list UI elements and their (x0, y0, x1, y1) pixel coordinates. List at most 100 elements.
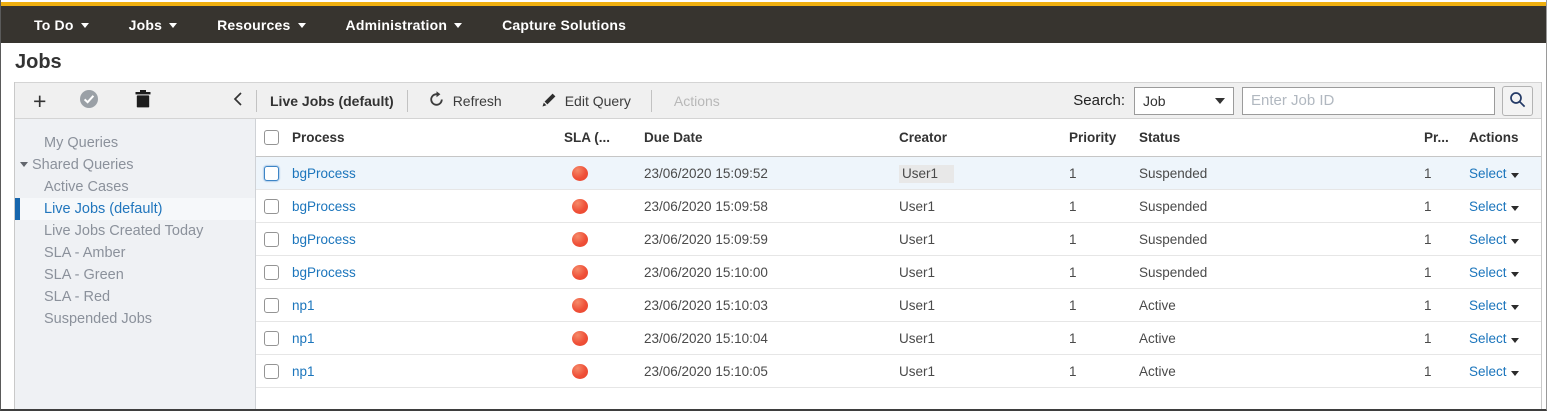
toolbar-divider (651, 90, 652, 112)
row-actions-select[interactable]: Select (1469, 364, 1507, 379)
row-checkbox[interactable] (264, 298, 279, 313)
actions-cell: Select (1463, 289, 1541, 322)
chevron-down-icon (81, 23, 89, 28)
row-select-cell (256, 157, 286, 190)
sidebar-item-suspended-jobs[interactable]: Suspended Jobs (15, 308, 255, 330)
complete-button[interactable] (79, 89, 99, 112)
column-header-pr[interactable]: Pr... (1418, 119, 1463, 157)
nav-item-capture-solutions[interactable]: Capture Solutions (502, 17, 626, 33)
chevron-down-icon (1215, 98, 1225, 104)
caret-down-icon (1511, 272, 1519, 277)
column-header-status[interactable]: Status (1133, 119, 1418, 157)
sla-status-icon (572, 364, 588, 379)
add-button[interactable]: + (33, 91, 46, 111)
table-row: bgProcess23/06/2020 15:09:59User11Suspen… (256, 223, 1541, 256)
row-checkbox[interactable] (264, 364, 279, 379)
due-date-cell: 23/06/2020 15:09:58 (638, 190, 893, 223)
process-link[interactable]: bgProcess (292, 166, 356, 181)
search-type-select[interactable]: Job (1134, 87, 1234, 115)
row-actions-select[interactable]: Select (1469, 232, 1507, 247)
row-actions-select[interactable]: Select (1469, 331, 1507, 346)
jobs-table: ProcessSLA (...Due DateCreatorPrioritySt… (256, 119, 1541, 388)
status-cell: Suspended (1133, 157, 1418, 190)
process-cell: bgProcess (286, 157, 558, 190)
column-header-priority[interactable]: Priority (1063, 119, 1133, 157)
sidebar-item-sla-green[interactable]: SLA - Green (15, 264, 255, 286)
status-cell: Suspended (1133, 223, 1418, 256)
sidebar-item-my-queries[interactable]: My Queries (15, 132, 255, 154)
caret-down-icon (1511, 239, 1519, 244)
process-link[interactable]: np1 (292, 331, 315, 346)
nav-item-administration[interactable]: Administration (346, 17, 463, 33)
due-date-cell: 23/06/2020 15:10:03 (638, 289, 893, 322)
sidebar-item-label: Live Jobs Created Today (44, 223, 203, 239)
collapse-sidebar-button[interactable] (232, 91, 244, 110)
nav-item-jobs[interactable]: Jobs (129, 17, 177, 33)
row-actions-select[interactable]: Select (1469, 265, 1507, 280)
plus-icon: + (33, 91, 46, 111)
process-link[interactable]: bgProcess (292, 265, 356, 280)
nav-item-to-do[interactable]: To Do (34, 17, 89, 33)
edit-query-button[interactable]: Edit Query (536, 91, 637, 111)
refresh-button[interactable]: Refresh (422, 90, 508, 112)
process-link[interactable]: np1 (292, 364, 315, 379)
sidebar-item-sla-red[interactable]: SLA - Red (15, 286, 255, 308)
column-header-due-date[interactable]: Due Date (638, 119, 893, 157)
row-checkbox[interactable] (264, 232, 279, 247)
caret-down-icon (1511, 371, 1519, 376)
caret-down-icon (1511, 338, 1519, 343)
sidebar-item-live-jobs-default[interactable]: Live Jobs (default) (15, 198, 255, 220)
row-select-cell (256, 355, 286, 388)
row-actions-select[interactable]: Select (1469, 298, 1507, 313)
select-all-checkbox[interactable] (264, 130, 279, 145)
priority-cell: 1 (1063, 355, 1133, 388)
sidebar-item-live-jobs-created-today[interactable]: Live Jobs Created Today (15, 220, 255, 242)
process-link[interactable]: np1 (292, 298, 315, 313)
column-header-sla[interactable]: SLA (... (558, 119, 638, 157)
search-button[interactable] (1502, 86, 1533, 116)
row-actions-select[interactable]: Select (1469, 166, 1507, 181)
nav-item-resources[interactable]: Resources (217, 17, 305, 33)
process-cell: np1 (286, 322, 558, 355)
row-checkbox[interactable] (264, 166, 279, 181)
actions-cell: Select (1463, 223, 1541, 256)
sidebar-item-active-cases[interactable]: Active Cases (15, 176, 255, 198)
process-cell: np1 (286, 355, 558, 388)
pr-cell: 1 (1418, 190, 1463, 223)
row-checkbox[interactable] (264, 265, 279, 280)
job-id-input[interactable] (1242, 87, 1495, 115)
row-select-cell (256, 256, 286, 289)
priority-cell: 1 (1063, 256, 1133, 289)
table-row: bgProcess23/06/2020 15:10:00User11Suspen… (256, 256, 1541, 289)
sla-status-icon (572, 331, 588, 346)
due-date-cell: 23/06/2020 15:09:52 (638, 157, 893, 190)
actions-cell: Select (1463, 256, 1541, 289)
status-cell: Active (1133, 322, 1418, 355)
sla-cell (558, 190, 638, 223)
sidebar-item-shared-queries[interactable]: Shared Queries (15, 154, 255, 176)
chevron-left-icon (232, 91, 244, 110)
nav-item-label: Jobs (129, 17, 162, 33)
column-header-process[interactable]: Process (286, 119, 558, 157)
creator-cell: User1 (893, 289, 1063, 322)
column-header-creator[interactable]: Creator (893, 119, 1063, 157)
process-link[interactable]: bgProcess (292, 232, 356, 247)
priority-cell: 1 (1063, 190, 1133, 223)
row-select-cell (256, 223, 286, 256)
chevron-down-icon (169, 23, 177, 28)
sla-cell (558, 355, 638, 388)
status-cell: Active (1133, 355, 1418, 388)
row-checkbox[interactable] (264, 331, 279, 346)
process-link[interactable]: bgProcess (292, 199, 356, 214)
column-header-actions[interactable]: Actions (1463, 119, 1541, 157)
sidebar-item-sla-amber[interactable]: SLA - Amber (15, 242, 255, 264)
creator-value: User1 (899, 199, 935, 214)
sidebar-item-label: SLA - Green (44, 267, 124, 283)
table-header-row: ProcessSLA (...Due DateCreatorPrioritySt… (256, 119, 1541, 157)
actions-button[interactable]: Actions (668, 92, 726, 110)
table-row: np123/06/2020 15:10:04User11Active1Selec… (256, 322, 1541, 355)
row-actions-select[interactable]: Select (1469, 199, 1507, 214)
row-checkbox[interactable] (264, 199, 279, 214)
delete-button[interactable] (135, 90, 151, 111)
toolbar-icon-group: + (15, 89, 256, 112)
